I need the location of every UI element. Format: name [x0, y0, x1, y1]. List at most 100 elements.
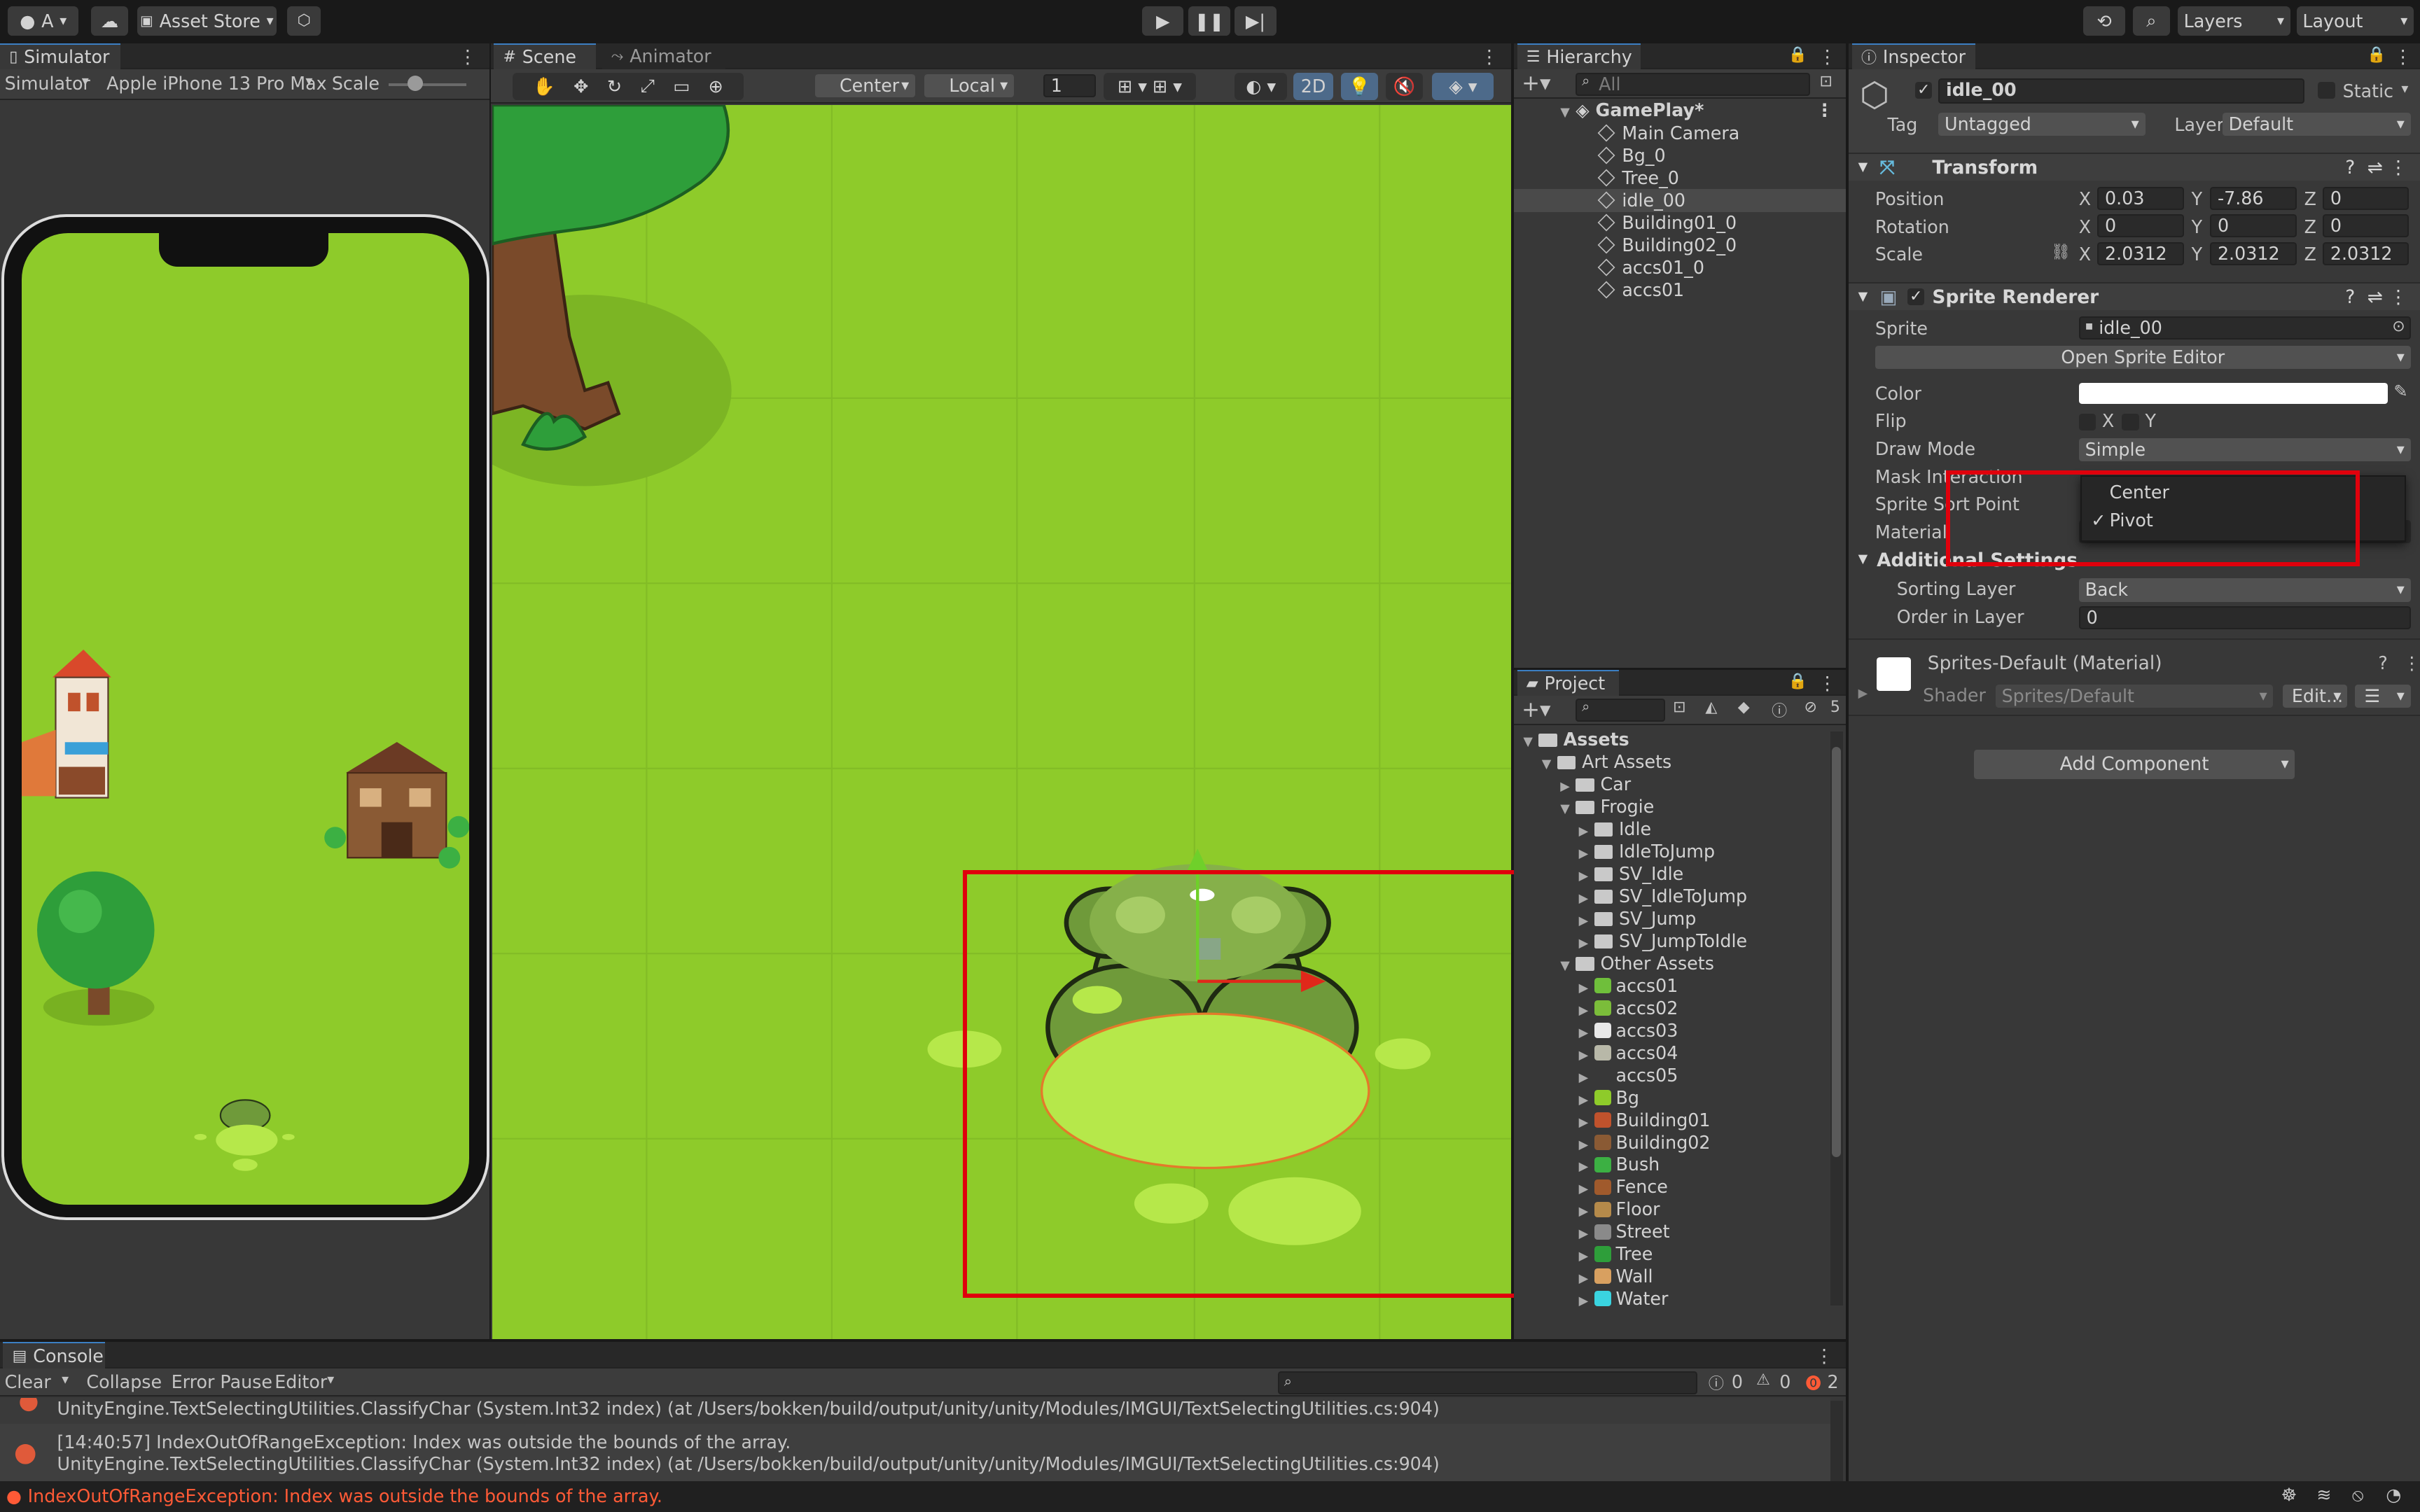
hidden-packages-icon[interactable]: ⊘	[1804, 699, 1816, 716]
project-folder-item[interactable]: ▶ Car	[1514, 773, 1830, 796]
constrain-proportions-icon[interactable]: ⛓	[2051, 244, 2071, 261]
project-asset-item[interactable]: ▶ Tree	[1514, 1242, 1830, 1266]
network-icon[interactable]: ⦸	[2352, 1484, 2364, 1506]
console-entry[interactable]: ● [14:40:57] IndexOutOfRangeException: I…	[0, 1424, 1830, 1481]
tab-scene[interactable]: # Scene	[494, 43, 596, 70]
debug-icon[interactable]: ☸	[2281, 1484, 2297, 1505]
presets-icon[interactable]: ⇌	[2367, 154, 2383, 182]
hierarchy-item[interactable]: Main Camera	[1514, 122, 1846, 145]
pivot-dropdown[interactable]: Center	[814, 74, 915, 97]
error-pause-button[interactable]: Error Pause	[172, 1371, 272, 1392]
effects-toggle[interactable]: ◈ ▾	[1432, 72, 1494, 101]
sprite-field[interactable]: idle_00	[2078, 316, 2411, 340]
transform-z-field[interactable]: 0	[2323, 186, 2409, 210]
console-entry[interactable]: ● UnityEngine.TextSelectingUtilities.Cla…	[0, 1398, 1830, 1421]
add-component-button[interactable]: Add Component	[1973, 750, 2295, 779]
project-scrollbar[interactable]	[1830, 731, 1843, 1306]
project-folder-item[interactable]: ▼ Frogie	[1514, 795, 1830, 818]
space-dropdown[interactable]: Local	[924, 74, 1014, 97]
transform-z-field[interactable]: 0	[2323, 214, 2409, 238]
add-icon[interactable]: +▾	[1522, 71, 1550, 96]
info-icon[interactable]: ⓘ	[1772, 699, 1787, 721]
kebab-menu-icon[interactable]: ⋮	[1816, 99, 1833, 122]
label-icon[interactable]: ◆	[1738, 699, 1750, 716]
rect-tool-icon[interactable]: ▭	[673, 76, 690, 97]
game-viewport[interactable]	[21, 232, 469, 1205]
draw-mode-dropdown[interactable]: Simple	[2078, 438, 2411, 461]
help-icon[interactable]: ?	[2345, 284, 2355, 312]
lock-icon[interactable]: 🔒	[2367, 46, 2386, 64]
grid-size-field[interactable]: 1	[1043, 74, 1096, 97]
project-folder-item[interactable]: ▶ SV_JumpToIdle	[1514, 930, 1830, 953]
hierarchy-search-input[interactable]: All	[1576, 72, 1811, 96]
undo-history-button[interactable]: ⟲	[2083, 6, 2125, 36]
error-icon[interactable]: ⓿	[1806, 1371, 1821, 1394]
flip-x-checkbox[interactable]	[2078, 413, 2096, 430]
hierarchy-item[interactable]: Tree_0	[1514, 167, 1846, 190]
tab-inspector[interactable]: ⓘ Inspector	[1851, 43, 1976, 70]
hierarchy-item[interactable]: Building01_0	[1514, 211, 1846, 234]
editor-dropdown[interactable]: Editor	[274, 1371, 327, 1392]
expand-arrow-icon[interactable]: ▶	[1858, 687, 1868, 701]
console-scrollbar[interactable]	[1830, 1401, 1843, 1481]
audio-toggle[interactable]: 🔇	[1386, 72, 1424, 101]
scale-slider-thumb[interactable]	[407, 75, 423, 91]
kebab-menu-icon[interactable]: ⋮	[2393, 46, 2412, 68]
expand-arrow-icon[interactable]: ▶	[1579, 1290, 1594, 1313]
chevron-down-icon[interactable]: ▾	[62, 1371, 69, 1387]
transform-x-field[interactable]: 0.03	[2097, 186, 2184, 210]
project-asset-item[interactable]: ▶ Water	[1514, 1287, 1830, 1310]
tab-animator[interactable]: ⤳ Animator	[601, 43, 725, 70]
sprite-renderer-enabled-checkbox[interactable]: ✓	[1907, 288, 1925, 306]
project-folder-item[interactable]: ▼ Assets	[1514, 728, 1830, 751]
object-picker-icon[interactable]: ⊙	[2392, 318, 2405, 335]
hierarchy-item[interactable]: Bg_0	[1514, 144, 1846, 167]
help-icon[interactable]: ?	[2345, 154, 2355, 182]
hand-tool-icon[interactable]: ✋	[533, 76, 555, 97]
transform-x-field[interactable]: 0	[2097, 214, 2184, 238]
cloud-button[interactable]: ☁	[91, 6, 128, 36]
lighting-toggle[interactable]: 💡	[1341, 72, 1379, 101]
transform-y-field[interactable]: -7.86	[2210, 186, 2297, 210]
flip-y-checkbox[interactable]	[2122, 413, 2139, 430]
project-folder-item[interactable]: ▼ Other Assets	[1514, 952, 1830, 975]
search-button[interactable]: ⌕	[2132, 6, 2170, 36]
project-folder-item[interactable]: ▶ SV_Idle	[1514, 862, 1830, 886]
project-folder-item[interactable]: ▶ Idle	[1514, 818, 1830, 841]
hierarchy-item[interactable]: accs01_0	[1514, 256, 1846, 279]
project-asset-item[interactable]: ▶ Bush	[1514, 1153, 1830, 1176]
kebab-menu-icon[interactable]: ⋮	[1480, 46, 1498, 68]
project-asset-item[interactable]: ▶ accs02	[1514, 997, 1830, 1020]
transform-z-field[interactable]: 2.0312	[2323, 242, 2409, 266]
stack-icon[interactable]: ≋	[2316, 1484, 2331, 1505]
transform-y-field[interactable]: 2.0312	[2210, 242, 2297, 266]
presets-icon[interactable]: ⇌	[2367, 284, 2383, 312]
rotate-tool-icon[interactable]: ↻	[607, 76, 622, 97]
pause-button[interactable]: ❚❚	[1188, 6, 1230, 36]
chevron-down-icon[interactable]: ▾	[2401, 80, 2408, 97]
scene-view[interactable]	[492, 104, 1511, 1340]
kebab-menu-icon[interactable]: ⋮	[459, 46, 477, 68]
layout-dropdown[interactable]: Layout ▾	[2296, 6, 2414, 36]
order-in-layer-field[interactable]: 0	[2078, 606, 2411, 630]
collapse-button[interactable]: Collapse	[86, 1371, 162, 1392]
kebab-menu-icon[interactable]: ⋮	[2389, 284, 2407, 312]
project-folder-item[interactable]: ▼ Art Assets	[1514, 750, 1830, 774]
project-folder-item[interactable]: ▶ SV_Jump	[1514, 907, 1830, 930]
transform-x-field[interactable]: 2.0312	[2097, 242, 2184, 266]
scene-filter-icon[interactable]: ⊡	[1820, 73, 1833, 90]
console-search-input[interactable]	[1277, 1371, 1698, 1395]
kebab-menu-icon[interactable]: ⋮	[1818, 673, 1836, 694]
open-sprite-editor-button[interactable]: Open Sprite Editor	[1875, 345, 2411, 369]
lock-icon[interactable]: 🔒	[1788, 46, 1807, 64]
scrollbar-thumb[interactable]	[1832, 746, 1842, 1157]
shading-mode[interactable]: ◐ ▾	[1235, 72, 1288, 101]
toggle-2d-button[interactable]: 2D	[1293, 72, 1334, 101]
project-asset-item[interactable]: ▶ accs03	[1514, 1019, 1830, 1042]
project-asset-item[interactable]: ▶ Building01	[1514, 1109, 1830, 1132]
warning-icon[interactable]: ⚠	[1756, 1371, 1770, 1389]
sorting-layer-dropdown[interactable]: Back	[2078, 578, 2411, 602]
shader-dropdown[interactable]: Sprites/Default	[1995, 685, 2274, 708]
hierarchy-root[interactable]: ▼ ◈ GamePlay* ⋮	[1514, 99, 1846, 122]
active-checkbox[interactable]: ✓	[1915, 81, 1933, 99]
